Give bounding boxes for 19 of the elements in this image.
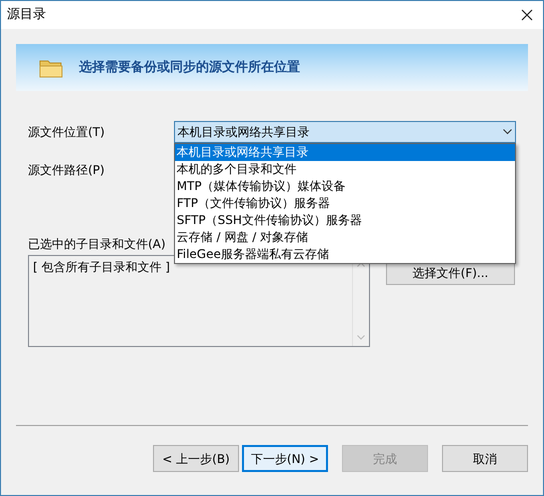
dropdown-option[interactable]: FTP（文件传输协议）服务器 bbox=[174, 195, 515, 212]
dropdown-option[interactable]: MTP（媒体传输协议）媒体设备 bbox=[174, 178, 515, 195]
dropdown-option[interactable]: 云存储 / 网盘 / 对象存储 bbox=[174, 229, 515, 246]
dropdown-option[interactable]: 本机的多个目录和文件 bbox=[174, 161, 515, 178]
window-title: 源目录 bbox=[7, 6, 46, 24]
field-label: 源文件路径(P) bbox=[28, 163, 105, 177]
location-dropdown[interactable]: 本机目录或网络共享目录 bbox=[174, 121, 516, 143]
scroll-up-icon[interactable] bbox=[357, 262, 365, 267]
banner-heading: 选择需要备份或同步的源文件所在位置 bbox=[79, 58, 300, 77]
field-label: 已选中的子目录和文件(A) bbox=[28, 237, 166, 251]
folder-icon bbox=[39, 58, 63, 78]
wizard-button[interactable]: 取消 bbox=[442, 445, 528, 472]
field-label: 源文件位置(T) bbox=[28, 124, 106, 141]
dropdown-option[interactable]: 本机目录或网络共享目录 bbox=[174, 144, 515, 161]
dropdown-option[interactable]: SFTP（SSH文件传输协议）服务器 bbox=[174, 212, 515, 229]
wizard-button[interactable]: < 上一步(B) bbox=[153, 445, 239, 472]
wizard-button[interactable]: 下一步(N) > bbox=[242, 445, 328, 472]
chevron-down-icon bbox=[503, 129, 512, 135]
close-icon[interactable] bbox=[521, 9, 533, 21]
